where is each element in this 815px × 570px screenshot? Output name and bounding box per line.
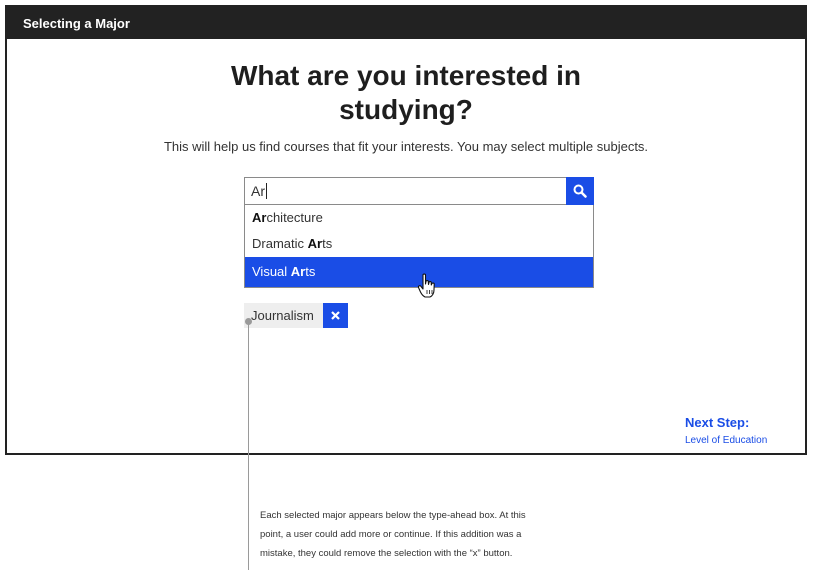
annotation-leader-line: [248, 320, 249, 570]
title-bar: Selecting a Major: [7, 7, 805, 39]
page-title: What are you interested in studying?: [7, 59, 805, 127]
search-input[interactable]: Ar: [251, 183, 267, 199]
annotation-anchor-dot: [245, 318, 252, 325]
selected-major-chip: Journalism: [244, 303, 348, 328]
window-title: Selecting a Major: [23, 16, 130, 31]
close-icon: [331, 311, 340, 320]
app-window: Selecting a Major What are you intereste…: [5, 5, 807, 455]
suggestion-match: Ar: [252, 210, 267, 225]
search-button[interactable]: [566, 177, 594, 205]
suggestion-rest: ts: [322, 236, 333, 251]
text-caret: [266, 183, 267, 199]
suggestion-rest: chitecture: [266, 210, 323, 225]
page-title-line-1: What are you interested in: [230, 60, 582, 91]
annotation-note: Each selected major appears below the ty…: [260, 510, 526, 559]
search-input-value: Ar: [251, 183, 265, 199]
suggestion-dramatic-arts[interactable]: Dramatic Arts: [245, 231, 593, 257]
suggestion-rest: ts: [305, 264, 316, 279]
suggestion-prefix: Visual: [252, 264, 291, 279]
next-step-heading: Next Step:: [685, 415, 750, 430]
next-step-link[interactable]: Level of Education: [685, 435, 767, 446]
page-subtitle: This will help us find courses that fit …: [163, 139, 649, 154]
suggestion-prefix: Dramatic: [252, 236, 308, 251]
search-icon: [573, 184, 587, 198]
page-title-line-2: studying?: [339, 94, 473, 125]
suggestion-architecture[interactable]: Architecture: [245, 205, 593, 231]
suggestion-match: Ar: [290, 264, 306, 279]
selected-major-label: Journalism: [244, 303, 323, 328]
remove-selection-button[interactable]: [322, 303, 348, 328]
hand-pointer-icon: [417, 273, 435, 298]
search-field[interactable]: Ar: [244, 177, 594, 205]
suggestion-match: Ar: [307, 236, 323, 251]
